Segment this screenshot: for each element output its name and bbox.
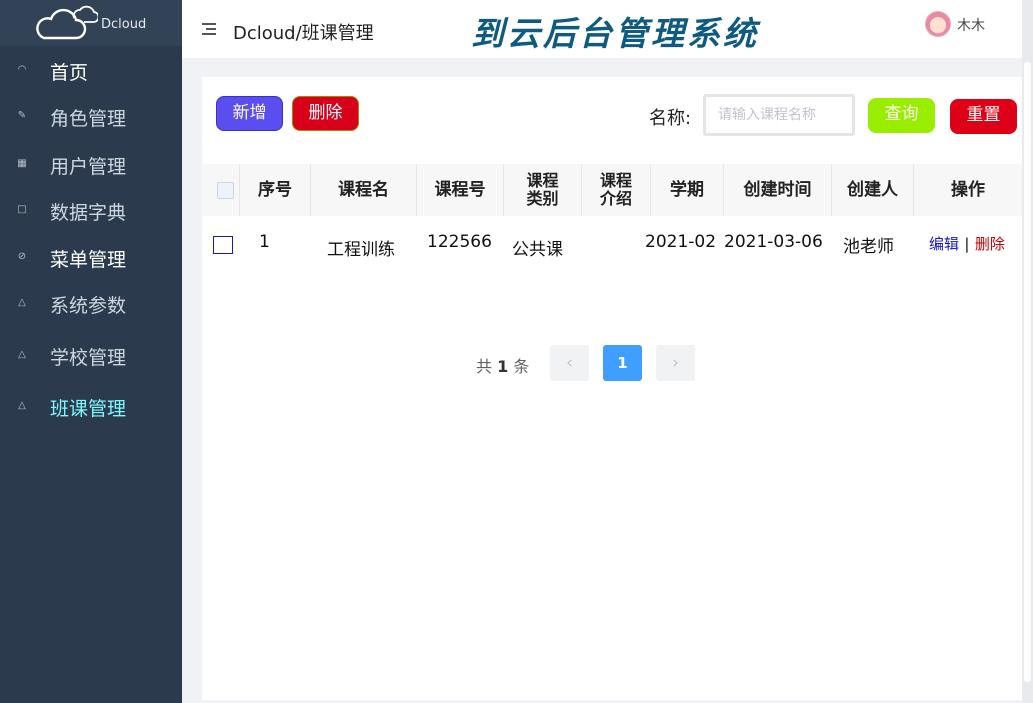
cell-created-at: 2021-03-06 — [724, 232, 823, 252]
circle-check-icon: ⊘ — [17, 251, 27, 262]
sidebar-item-params[interactable]: △ 系统参数 — [0, 283, 182, 323]
total-suffix: 条 — [513, 357, 530, 376]
sidebar-item-label: 用户管理 — [50, 156, 127, 178]
next-page-button[interactable]: › — [656, 345, 695, 381]
cell-course-type: 公共课 — [512, 240, 563, 260]
edit-icon: ✎ — [17, 110, 27, 121]
column-header-course-name: 课程名 — [311, 164, 417, 216]
sidebar-item-label: 数据字典 — [50, 202, 127, 224]
sidebar-item-classes[interactable]: △ 班课管理 — [0, 386, 182, 426]
column-header-course-type: 课程 类别 — [504, 164, 582, 216]
cell-creator: 池老师 — [843, 237, 894, 257]
warning-icon: △ — [18, 297, 26, 308]
sidebar-item-roles[interactable]: ✎ 角色管理 — [0, 96, 182, 136]
column-header-course-intro: 课程 介绍 — [582, 164, 651, 216]
sidebar-item-dictionary[interactable]: □ 数据字典 — [0, 190, 182, 230]
sidebar-item-label: 首页 — [50, 62, 89, 84]
column-header-creator: 创建人 — [832, 164, 914, 216]
delete-link[interactable]: 删除 — [975, 235, 1005, 253]
column-header-index: 序号 — [240, 164, 311, 216]
pagination-total: 共 1 条 — [476, 353, 529, 377]
action-separator: | — [964, 235, 970, 253]
sidebar-item-label: 班课管理 — [50, 398, 127, 420]
total-count: 1 — [497, 357, 509, 376]
scrollbar[interactable] — [1022, 0, 1033, 703]
system-title: 到云后台管理系统 — [471, 14, 759, 53]
add-button[interactable]: 新增 — [216, 96, 283, 131]
table-row: 1 工程训练 122566 公共课 2021-02 2021-03-06 池老师… — [202, 216, 1022, 268]
column-header-created-at: 创建时间 — [724, 164, 832, 216]
course-name-search-input[interactable] — [703, 94, 855, 136]
sidebar-item-label: 菜单管理 — [50, 249, 127, 271]
sidebar-item-home[interactable]: ◠ 首页 — [0, 50, 182, 90]
logo: Dcloud — [0, 0, 182, 46]
chevron-right-icon: › — [672, 353, 679, 373]
select-all-checkbox[interactable] — [217, 182, 234, 199]
sidebar-item-label: 系统参数 — [50, 295, 127, 317]
username[interactable]: 木木 — [957, 15, 985, 35]
total-prefix: 共 — [476, 357, 493, 376]
cell-actions: 编辑 | 删除 — [929, 233, 1005, 254]
search-label: 名称: — [649, 108, 692, 129]
column-header-actions: 操作 — [951, 180, 985, 200]
sidebar-item-users[interactable]: ▦ 用户管理 — [0, 144, 182, 184]
sidebar-item-schools[interactable]: △ 学校管理 — [0, 335, 182, 375]
breadcrumb: Dcloud/班课管理 — [233, 23, 374, 44]
warning-icon: △ — [18, 400, 26, 411]
logo-text: Dcloud — [101, 17, 147, 32]
cloud-logo-icon — [36, 5, 98, 40]
cell-semester: 2021-02 — [645, 232, 717, 252]
cell-course-name: 工程训练 — [327, 240, 395, 260]
batch-delete-button[interactable]: 删除 — [292, 96, 359, 131]
square-icon: □ — [17, 204, 27, 215]
avatar[interactable] — [925, 11, 951, 37]
chevron-left-icon: ‹ — [566, 353, 573, 373]
prev-page-button[interactable]: ‹ — [550, 345, 589, 381]
cell-index: 1 — [259, 232, 270, 252]
column-header-semester: 学期 — [651, 164, 724, 216]
warning-icon: △ — [18, 349, 26, 360]
sidebar: Dcloud ◠ 首页 ✎ 角色管理 ▦ 用户管理 □ 数据字典 ⊘ 菜单管理 … — [0, 0, 182, 703]
header-select-cell — [202, 164, 240, 216]
page-number-button[interactable]: 1 — [603, 345, 642, 381]
grid-icon: ▦ — [17, 158, 27, 169]
query-button[interactable]: 查询 — [868, 98, 935, 133]
edit-link[interactable]: 编辑 — [929, 235, 959, 253]
sidebar-item-label: 学校管理 — [50, 347, 127, 369]
row-checkbox[interactable] — [213, 236, 233, 254]
header: Dcloud/班课管理 到云后台管理系统 木木 — [182, 0, 1033, 58]
scrollbar-thumb[interactable] — [1024, 62, 1031, 682]
cell-course-no: 122566 — [427, 232, 492, 252]
content-card: 新增 删除 名称: 查询 重置 序号 课程名 课程号 课程 类别 课程 介绍 学… — [202, 77, 1022, 700]
home-icon: ◠ — [17, 64, 27, 75]
column-header-course-no: 课程号 — [417, 164, 504, 216]
sidebar-item-label: 角色管理 — [50, 108, 127, 130]
table-header: 序号 课程名 课程号 课程 类别 课程 介绍 学期 创建时间 创建人 操作 — [202, 164, 1022, 216]
menu-toggle-icon[interactable] — [202, 23, 216, 35]
reset-button[interactable]: 重置 — [950, 99, 1017, 134]
sidebar-item-menus[interactable]: ⊘ 菜单管理 — [0, 237, 182, 277]
